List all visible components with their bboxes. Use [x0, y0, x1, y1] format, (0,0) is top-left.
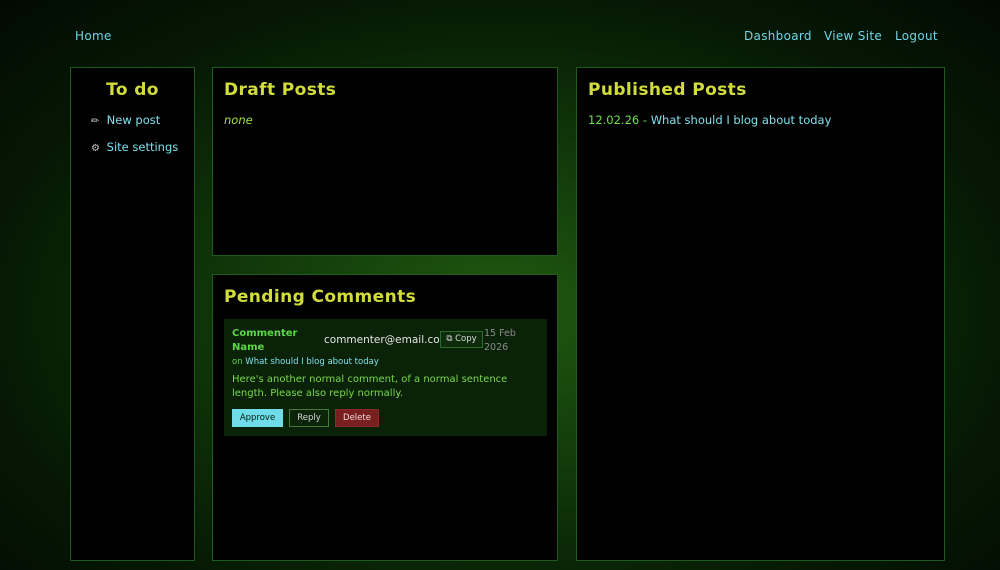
draft-empty-text: none	[224, 113, 253, 127]
pending-comments-title: Pending Comments	[224, 287, 417, 307]
comment-on-prefix: on	[232, 357, 243, 367]
new-post-label: New post	[106, 113, 161, 127]
site-settings-link[interactable]: ⚙ Site settings	[91, 140, 178, 154]
nav-dashboard-link[interactable]: Dashboard	[744, 29, 812, 43]
nav-home-link[interactable]: Home	[75, 29, 112, 43]
approve-button[interactable]: Approve	[232, 409, 283, 427]
published-posts-panel: Published Posts 12.02.26 - What should I…	[576, 67, 945, 561]
pending-comments-panel: Pending Comments Commenter Name commente…	[212, 274, 558, 561]
site-settings-label: Site settings	[106, 140, 179, 154]
copy-label: Copy	[455, 334, 477, 344]
published-post-link[interactable]: What should I blog about today	[651, 113, 832, 127]
comment-card: Commenter Name commenter@email.com ⧉ Cop…	[224, 319, 547, 436]
new-post-link[interactable]: ✏ New post	[91, 113, 160, 127]
todo-panel: To do ✏ New post ⚙ Site settings	[70, 67, 195, 561]
comment-date: 15 Feb 2026	[484, 328, 516, 353]
delete-button[interactable]: Delete	[335, 409, 379, 427]
comment-body: Here's another normal comment, of a norm…	[232, 374, 508, 399]
gear-icon: ⚙	[91, 143, 100, 154]
nav-logout-link[interactable]: Logout	[895, 29, 938, 43]
commenter-name: Commenter Name	[232, 328, 298, 353]
published-posts-title: Published Posts	[588, 80, 747, 100]
reply-button[interactable]: Reply	[289, 409, 329, 427]
published-post-date: 12.02.26	[588, 113, 640, 127]
draft-posts-title: Draft Posts	[224, 80, 337, 100]
copy-email-button[interactable]: ⧉ Copy	[440, 331, 483, 348]
comment-post-reference: on What should I blog about today	[232, 357, 379, 367]
nav-view-site-link[interactable]: View Site	[824, 29, 882, 43]
commenter-email: commenter@email.com	[324, 334, 450, 346]
copy-icon: ⧉	[446, 334, 453, 344]
draft-posts-panel: Draft Posts none	[212, 67, 558, 256]
published-post-separator: -	[639, 113, 651, 127]
todo-title: To do	[106, 80, 159, 100]
pencil-icon: ✏	[91, 116, 100, 127]
published-post-item: 12.02.26 - What should I blog about toda…	[588, 113, 831, 127]
comment-post-link[interactable]: What should I blog about today	[245, 357, 379, 367]
